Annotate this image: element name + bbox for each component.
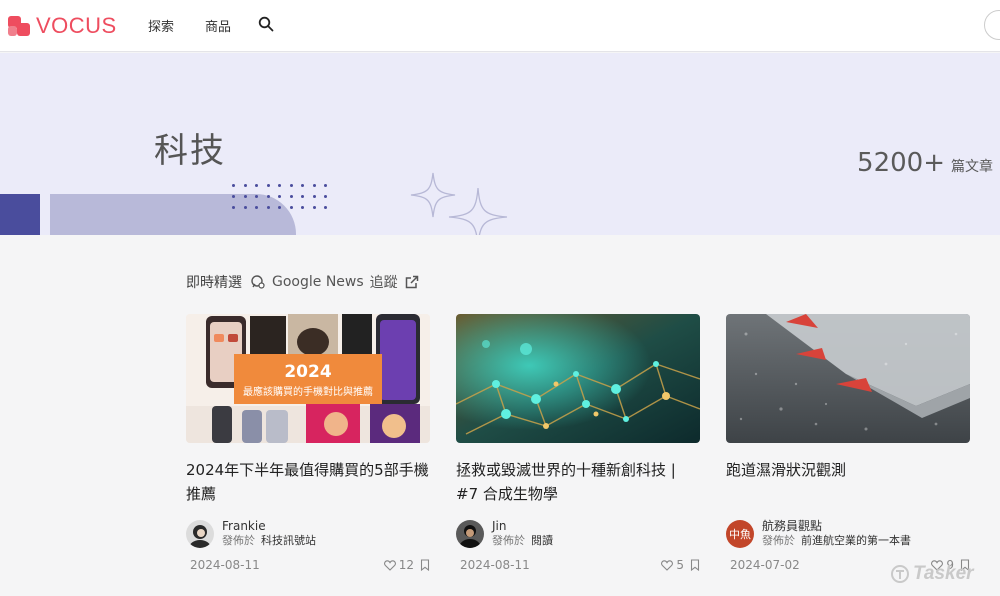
decorative-dot	[232, 184, 235, 187]
decorative-dot	[278, 206, 281, 209]
decorative-dot	[289, 184, 293, 187]
nav-explore[interactable]: 探索	[148, 16, 174, 35]
decorative-dot	[255, 184, 258, 187]
decorative-block	[0, 194, 40, 235]
article-thumbnail[interactable]: 2024 最應該購買的手機對比與推薦	[186, 314, 430, 443]
decorative-dot	[324, 184, 327, 187]
decorative-dot	[289, 195, 293, 198]
search-icon[interactable]	[258, 16, 274, 32]
author-info: Frankie 發佈於 科技訊號站	[186, 519, 316, 549]
airplane-wing-rain-image	[726, 314, 970, 443]
decorative-dot	[324, 206, 327, 209]
decorative-dot	[266, 206, 270, 209]
decorative-dot	[232, 206, 235, 209]
decorative-dot	[278, 184, 281, 187]
like-count: 5	[676, 558, 684, 572]
published-in-label: 發佈於	[762, 534, 795, 547]
article-title[interactable]: 拯救或毀滅世界的十種新創科技 | #7 合成生物學	[456, 458, 702, 506]
decorative-dot	[301, 184, 304, 187]
author-name[interactable]: 航務員觀點	[762, 519, 911, 533]
author-name[interactable]: Jin	[492, 519, 553, 533]
like-count: 12	[398, 558, 414, 572]
heart-icon	[661, 559, 674, 571]
article-count-label: 篇文章	[951, 159, 993, 175]
logo-text: VOCUS	[36, 13, 117, 38]
avatar-text: 中魚	[729, 528, 751, 541]
published-in: 發佈於 科技訊號站	[222, 533, 316, 549]
like-button[interactable]: 5	[661, 558, 684, 572]
decorative-dot	[301, 206, 304, 209]
featured-section-header: 即時精選 Google News 追蹤	[186, 272, 420, 292]
external-link-icon[interactable]	[404, 274, 420, 290]
article-thumbnail[interactable]	[726, 314, 970, 443]
tasker-watermark: Tasker	[890, 563, 974, 585]
tasker-logo-icon	[891, 565, 909, 583]
published-in-label: 發佈於	[492, 534, 525, 547]
article-count: 5200+ 篇文章	[857, 148, 993, 178]
decorative-dot	[255, 195, 258, 198]
author-info: Jin 發佈於 閱讀	[456, 519, 553, 549]
google-news-icon	[251, 275, 265, 289]
article-count-number: 5200+	[857, 148, 945, 178]
decorative-dot	[324, 195, 327, 198]
decorative-dot	[312, 184, 316, 187]
google-news-label: Google News	[272, 274, 364, 290]
image-subtitle: 最應該購買的手機對比與推薦	[243, 385, 373, 398]
published-in-label: 發佈於	[222, 534, 255, 547]
phones-collage-image: 2024 最應該購買的手機對比與推薦	[186, 314, 430, 443]
author-name[interactable]: Frankie	[222, 519, 316, 533]
article-title[interactable]: 2024年下半年最值得購買的5部手機推薦	[186, 458, 432, 506]
like-button[interactable]: 12	[383, 558, 414, 572]
image-headline: 2024	[284, 362, 331, 382]
follow-link[interactable]: 追蹤	[370, 272, 398, 292]
sparkle-icon	[448, 187, 508, 235]
publication-name[interactable]: 前進航空業的第一本書	[801, 534, 911, 547]
publish-date: 2024-08-11	[460, 558, 530, 572]
decorative-dot	[232, 195, 235, 198]
heart-icon	[383, 559, 396, 571]
decorative-dot	[312, 195, 316, 198]
decorative-dot	[266, 184, 270, 187]
decorative-dot	[266, 195, 270, 198]
published-in: 發佈於 閱讀	[492, 533, 553, 549]
publish-date: 2024-08-11	[190, 558, 260, 572]
author-info: 中魚 航務員觀點 發佈於 前進航空業的第一本書	[726, 519, 911, 549]
article-meta: 2024-08-11 12	[190, 558, 430, 572]
top-navbar: VOCUS 探索 商品	[0, 0, 1000, 52]
decorative-dot	[243, 206, 247, 209]
watermark-text: Tasker	[913, 563, 974, 584]
molecular-network-image	[456, 314, 700, 443]
vocus-logo[interactable]: VOCUS	[8, 13, 117, 39]
decorative-dot	[301, 195, 304, 198]
section-title: 即時精選	[186, 275, 242, 291]
category-banner: 科技 5200+ 篇文章	[0, 53, 1000, 235]
vocus-logo-icon	[8, 16, 30, 36]
author-avatar[interactable]	[456, 520, 484, 548]
decorative-dot	[255, 206, 258, 209]
decorative-dot	[243, 195, 247, 198]
article-title[interactable]: 跑道濕滑狀況觀測	[726, 458, 972, 482]
bookmark-icon[interactable]	[690, 559, 700, 571]
decorative-dot	[278, 195, 281, 198]
nav-products[interactable]: 商品	[205, 16, 231, 35]
category-title: 科技	[154, 131, 226, 171]
user-avatar-button[interactable]	[984, 10, 1000, 40]
decorative-shape	[50, 194, 296, 235]
article-meta: 2024-08-11 5	[460, 558, 700, 572]
article-thumbnail[interactable]	[456, 314, 700, 443]
decorative-dot	[243, 184, 247, 187]
publication-name[interactable]: 科技訊號站	[261, 534, 316, 547]
bookmark-icon[interactable]	[420, 559, 430, 571]
author-avatar[interactable]: 中魚	[726, 520, 754, 548]
published-in: 發佈於 前進航空業的第一本書	[762, 533, 911, 549]
decorative-dot	[312, 206, 316, 209]
article-card[interactable]: 拯救或毀滅世界的十種新創科技 | #7 合成生物學 Jin 發佈於 閱讀 2024…	[456, 314, 702, 572]
author-avatar[interactable]	[186, 520, 214, 548]
article-card[interactable]: 跑道濕滑狀況觀測 中魚 航務員觀點 發佈於 前進航空業的第一本書 2024-07-…	[726, 314, 972, 572]
decorative-dot	[289, 206, 293, 209]
publication-name[interactable]: 閱讀	[531, 534, 553, 547]
article-card[interactable]: 2024 最應該購買的手機對比與推薦 2024年下半年最值得購買的5部手機推薦 …	[186, 314, 432, 572]
